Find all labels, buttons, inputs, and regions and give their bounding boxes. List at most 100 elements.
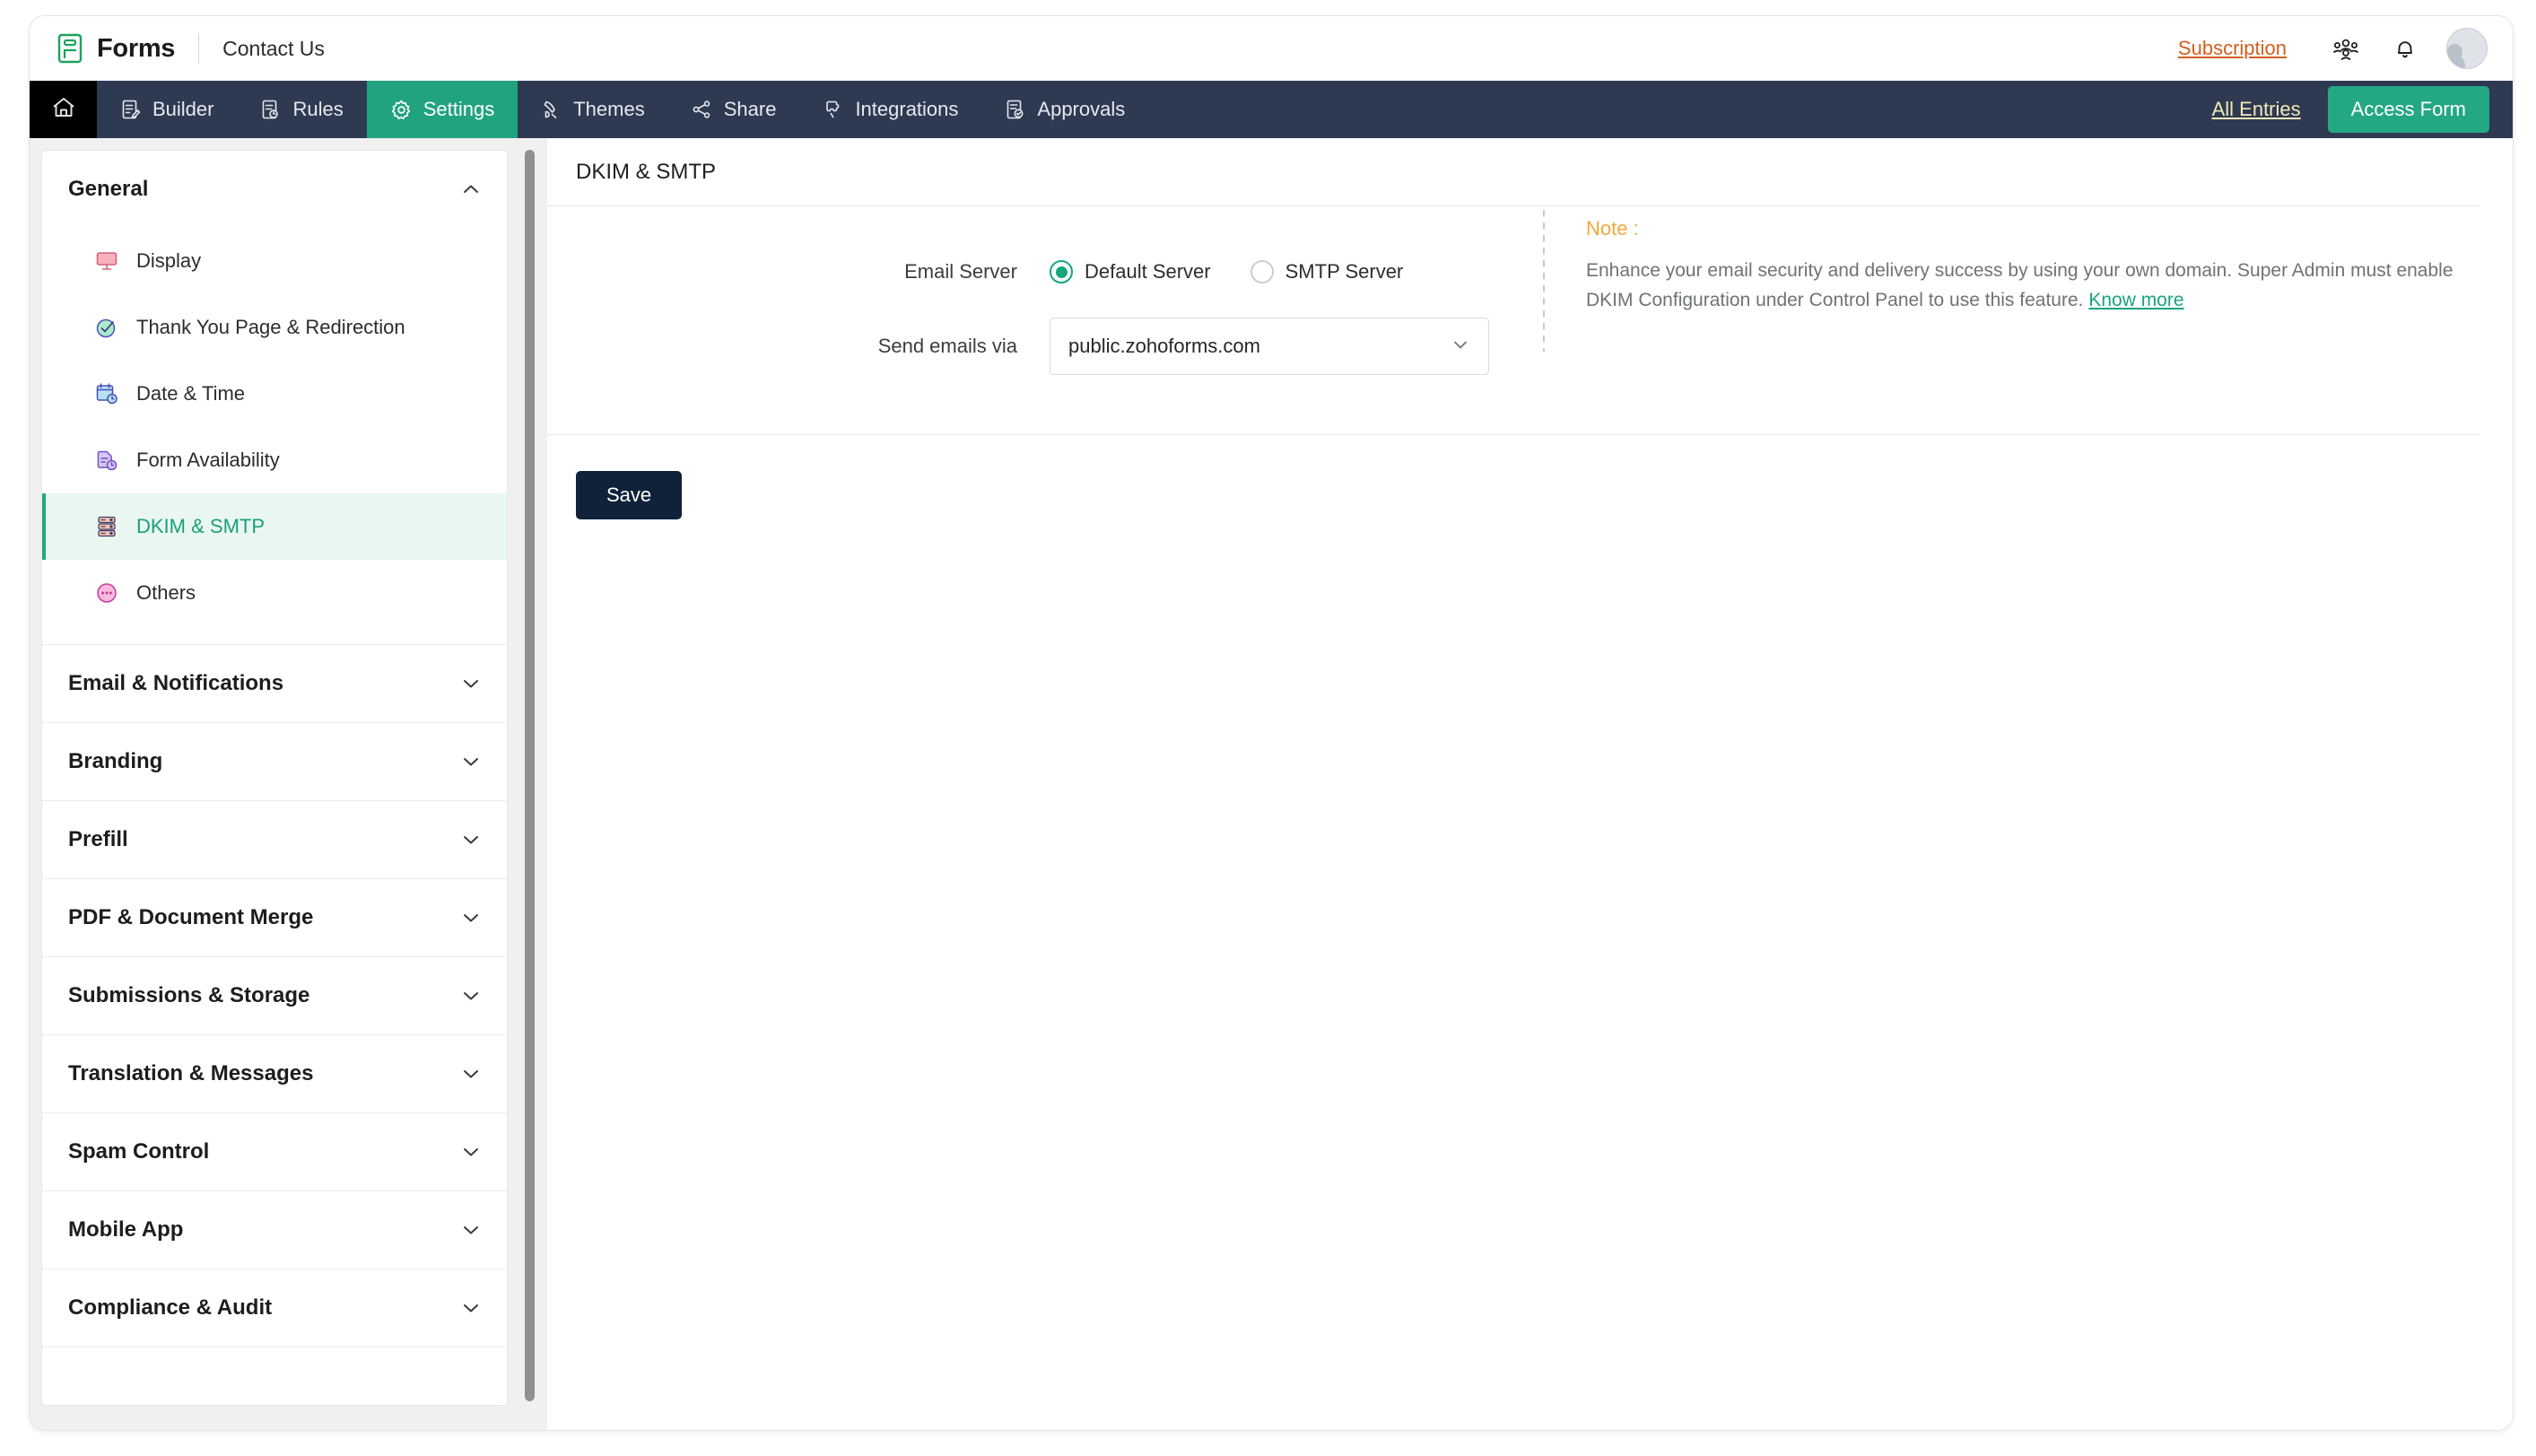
note-vertical-dotted-divider [1543, 210, 1545, 352]
nav-tab-approvals[interactable]: Approvals [981, 81, 1148, 138]
access-form-button[interactable]: Access Form [2327, 86, 2489, 133]
sidebar-general-items: Display Thank You Page & Redirection Dat… [42, 228, 507, 644]
sidebar-section-spam-control[interactable]: Spam Control [42, 1113, 507, 1190]
avatar-body [2447, 54, 2465, 68]
sidebar-section-branding[interactable]: Branding [42, 723, 507, 800]
sidebar-item-form-availability[interactable]: Form Availability [42, 427, 507, 493]
radio-label: SMTP Server [1285, 260, 1404, 283]
send-emails-via-label: Send emails via [877, 335, 1017, 357]
chevron-up-icon [461, 179, 481, 199]
gear-icon [390, 99, 413, 121]
note-block: Note : Enhance your email security and d… [1543, 210, 2467, 352]
share-icon [692, 99, 713, 120]
brand-block[interactable]: Forms [30, 33, 175, 64]
sidebar-scrollbar[interactable] [525, 150, 535, 1406]
sidebar-section-title: Prefill [68, 827, 128, 851]
nav-tab-label: Builder [153, 98, 214, 120]
check-circle-icon [94, 315, 119, 340]
radio-default-server[interactable]: Default Server [1050, 260, 1211, 283]
nav-tab-themes[interactable]: Themes [518, 81, 667, 138]
nav-tab-label: Themes [573, 98, 645, 120]
email-server-label: Email Server [904, 260, 1017, 283]
nav-tab-label: Share [723, 98, 777, 120]
sidebar-section-title: Email & Notifications [68, 671, 284, 695]
sidebar-section-submissions-storage[interactable]: Submissions & Storage [42, 957, 507, 1034]
sidebar-item-label: Date & Time [136, 382, 246, 405]
sidebar-item-label: Others [136, 581, 196, 604]
chevron-down-icon [461, 986, 481, 1006]
sidebar-section-title: General [68, 177, 149, 201]
sidebar-section-title: Submissions & Storage [68, 983, 310, 1007]
chevron-down-icon [461, 1298, 481, 1318]
chevron-down-icon [461, 908, 481, 928]
radio-label: Default Server [1085, 260, 1211, 283]
note-heading: Note : [1586, 217, 1639, 240]
document-clock-icon [94, 448, 119, 473]
sidebar-scrollbar-thumb[interactable] [525, 150, 535, 1401]
sidebar-item-label: Display [136, 249, 202, 272]
themes-brush-icon [541, 99, 562, 120]
ellipsis-circle-icon [94, 580, 119, 606]
radio-selected-icon [1050, 260, 1073, 283]
sidebar-section-prefill[interactable]: Prefill [42, 801, 507, 878]
settings-sidebar: General Display Thank You Page & Redirec… [41, 150, 508, 1406]
page-title: DKIM & SMTP [576, 159, 717, 184]
sidebar-section-title: PDF & Document Merge [68, 905, 314, 929]
know-more-link[interactable]: Know more [2088, 290, 2183, 310]
subscription-link[interactable]: Subscription [2178, 37, 2287, 60]
sidebar-item-label: Form Availability [136, 449, 280, 471]
nav-tab-builder[interactable]: Builder [97, 81, 237, 138]
sidebar-section-general[interactable]: General [42, 151, 507, 228]
save-button[interactable]: Save [576, 471, 683, 519]
nav-tab-home[interactable] [30, 81, 97, 138]
sidebar-section-mobile-app[interactable]: Mobile App [42, 1191, 507, 1269]
save-section-divider [547, 434, 2480, 435]
home-icon [50, 94, 77, 126]
top-header: Forms Contact Us Subscription [30, 16, 2513, 81]
sidebar-item-display[interactable]: Display [42, 228, 507, 294]
breadcrumb-form-name[interactable]: Contact Us [222, 37, 325, 61]
avatar[interactable] [2446, 28, 2488, 69]
nav-tab-integrations[interactable]: Integrations [799, 81, 981, 138]
sidebar-item-dkim-smtp[interactable]: DKIM & SMTP [42, 493, 507, 560]
sidebar-section-translation-messages[interactable]: Translation & Messages [42, 1035, 507, 1112]
chevron-down-icon [461, 1220, 481, 1240]
chevron-down-icon [1451, 335, 1470, 359]
nav-right-group: All Entries Access Form [2212, 81, 2513, 138]
header-divider [198, 33, 200, 64]
send-emails-via-select[interactable]: public.zohoforms.com [1050, 318, 1489, 375]
chevron-down-icon [461, 1064, 481, 1084]
body-region: General Display Thank You Page & Redirec… [30, 138, 2513, 1430]
users-group-icon[interactable] [2328, 31, 2364, 66]
radio-smtp-server[interactable]: SMTP Server [1250, 260, 1404, 283]
chevron-down-icon [461, 830, 481, 850]
sidebar-item-others[interactable]: Others [42, 560, 507, 626]
server-rack-icon [94, 514, 119, 539]
app-window: Forms Contact Us Subscription Builder Ru… [29, 15, 2514, 1431]
sidebar-item-label: DKIM & SMTP [136, 515, 266, 537]
chevron-down-icon [461, 752, 481, 772]
forms-logo-icon [55, 33, 85, 64]
note-body: Enhance your email security and delivery… [1586, 260, 2453, 310]
sidebar-section-email-notifications[interactable]: Email & Notifications [42, 645, 507, 722]
header-right-group: Subscription [2178, 28, 2513, 69]
notification-bell-icon[interactable] [2387, 31, 2423, 66]
nav-tab-label: Integrations [855, 98, 959, 120]
calendar-clock-icon [94, 381, 119, 406]
nav-tab-label: Rules [292, 98, 344, 120]
nav-tab-share[interactable]: Share [668, 81, 800, 138]
sidebar-section-pdf-document-merge[interactable]: PDF & Document Merge [42, 879, 507, 956]
sidebar-item-label: Thank You Page & Redirection [136, 316, 405, 338]
sidebar-section-title: Translation & Messages [68, 1061, 314, 1085]
sidebar-item-thank-you-page[interactable]: Thank You Page & Redirection [42, 294, 507, 361]
send-emails-via-value: public.zohoforms.com [1068, 335, 1260, 357]
nav-tab-rules[interactable]: Rules [237, 81, 366, 138]
dkim-smtp-form: Email Server Default Server SMTP Server [547, 206, 2513, 519]
nav-tab-settings[interactable]: Settings [366, 81, 519, 138]
display-monitor-icon [94, 248, 119, 274]
sidebar-item-date-time[interactable]: Date & Time [42, 361, 507, 427]
all-entries-link[interactable]: All Entries [2212, 98, 2301, 121]
sidebar-section-title: Branding [68, 749, 163, 773]
sidebar-section-title: Spam Control [68, 1139, 210, 1164]
sidebar-section-compliance-audit[interactable]: Compliance & Audit [42, 1269, 507, 1347]
